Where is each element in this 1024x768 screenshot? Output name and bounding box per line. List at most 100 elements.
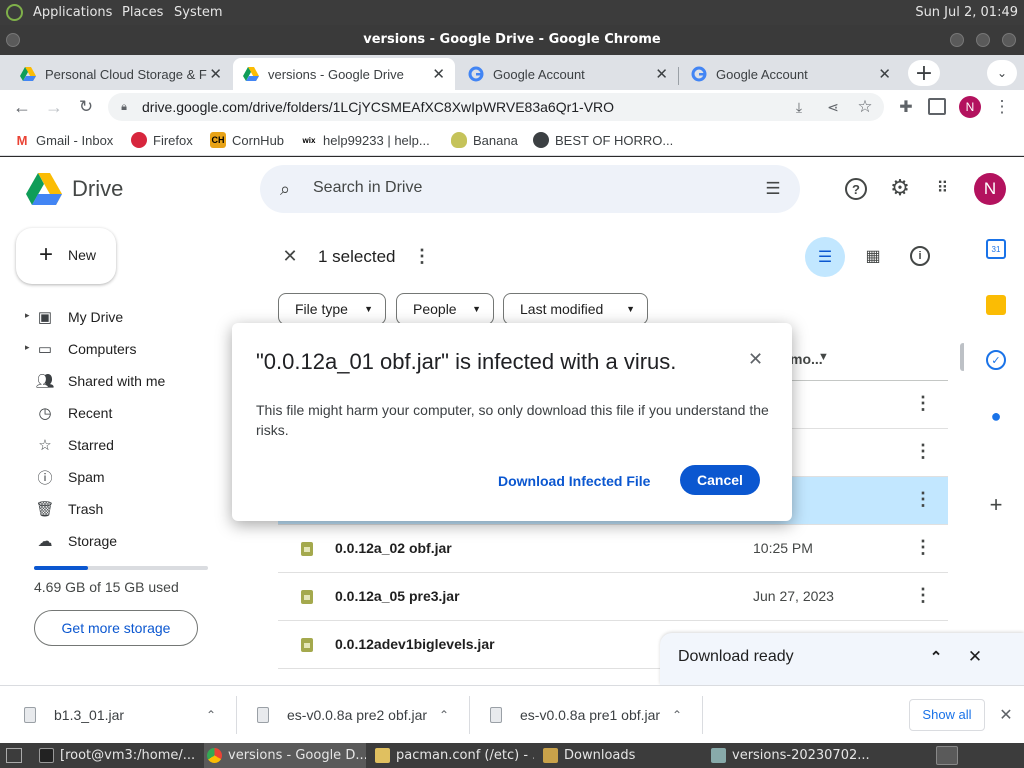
back-icon[interactable]: ← [12, 97, 32, 117]
download-item[interactable]: es-v0.0.8a pre2 obf.jar ⌃ [257, 686, 457, 744]
browser-toolbar: ← → ↻ 🔒︎ drive.google.com/drive/folders/… [0, 90, 1024, 124]
install-icon[interactable]: ⤓ [790, 98, 808, 116]
applications-menu[interactable]: Applications [33, 0, 112, 25]
clock[interactable]: Sun Jul 2, 01:49 [915, 0, 1018, 25]
drive-page: Drive ⌕ Search in Drive ☰ ? ⚙ ⠿ N + New … [0, 157, 1024, 685]
close-icon[interactable]: ✕ [209, 65, 222, 83]
terminal-icon [39, 748, 54, 763]
bookmark-label: Firefox [153, 132, 193, 148]
taskbar-label: Downloads [564, 748, 636, 763]
forward-icon[interactable]: → [44, 97, 64, 117]
minimize-button[interactable] [950, 33, 964, 47]
close-icon[interactable]: ✕ [878, 65, 891, 83]
window-title-bar[interactable]: versions - Google Drive - Google Chrome [0, 25, 1024, 55]
chevron-up-icon[interactable]: ⌃ [672, 708, 682, 722]
tab-strip: Personal Cloud Storage & F ✕ versions - … [0, 55, 1024, 90]
chevron-up-icon[interactable]: ⌃ [439, 708, 449, 722]
virus-warning-dialog: "0.0.12a_01 obf.jar" is infected with a … [232, 323, 792, 521]
shelf-divider [469, 696, 470, 734]
browser-menu-icon[interactable]: ⋮ [994, 97, 1011, 117]
dialog-body: This file might harm your computer, so o… [256, 402, 769, 438]
taskbar-item-downloads[interactable]: Downloads [540, 743, 702, 768]
close-window-button[interactable] [1002, 33, 1016, 47]
os-top-panel: Applications Places System Sun Jul 2, 01… [0, 0, 1024, 25]
chrome-tray-icon[interactable] [936, 746, 958, 765]
close-icon[interactable]: ✕ [996, 705, 1016, 725]
close-icon[interactable]: ✕ [655, 65, 668, 83]
taskbar-item-archive[interactable]: versions-20230702... [708, 743, 870, 768]
banana-icon [451, 132, 467, 148]
taskbar-item-chrome[interactable]: versions - Google D... [204, 743, 366, 768]
places-menu[interactable]: Places [122, 0, 163, 25]
system-menu[interactable]: System [174, 0, 222, 25]
shelf-divider [702, 696, 703, 734]
tab-label: Google Account [493, 66, 585, 82]
taskbar-label: pacman.conf (/etc) - ... [396, 748, 534, 763]
tab-label: versions - Google Drive [268, 66, 404, 82]
google-drive-icon [20, 67, 36, 81]
download-shelf: b1.3_01.jar ⌃ es-v0.0.8a pre2 obf.jar ⌃ … [0, 685, 1024, 743]
bookmark-label: Gmail - Inbox [36, 132, 114, 148]
tab-google-account-2[interactable]: Google Account ✕ [681, 58, 901, 90]
gmail-icon: M [16, 132, 28, 148]
google-g-icon [468, 66, 484, 82]
ch-icon: CH [210, 132, 226, 148]
bookmark-horror[interactable]: BEST OF HORRO... [533, 124, 673, 156]
bookmark-label: help99233 | help... [323, 132, 430, 148]
reload-icon[interactable]: ↻ [76, 97, 96, 117]
tab-label: Google Account [716, 66, 808, 82]
tab-personal-cloud[interactable]: Personal Cloud Storage & F ✕ [10, 58, 232, 90]
show-desktop-icon[interactable] [6, 748, 22, 763]
new-tab-button[interactable]: + [908, 60, 940, 86]
bookmark-gmail[interactable]: M Gmail - Inbox [14, 124, 114, 156]
download-item[interactable]: es-v0.0.8a pre1 obf.jar ⌃ [490, 686, 690, 744]
tab-label: Personal Cloud Storage & F [45, 66, 207, 82]
show-all-button[interactable]: Show all [909, 699, 985, 731]
tab-google-account[interactable]: Google Account ✕ [458, 58, 678, 90]
lock-icon[interactable]: 🔒︎ [118, 100, 130, 114]
profile-avatar[interactable]: N [959, 96, 981, 118]
shelf-divider [236, 696, 237, 734]
bookmark-label: BEST OF HORRO... [555, 132, 674, 148]
close-icon[interactable]: ✕ [748, 349, 763, 370]
dialog-title: "0.0.12a_01 obf.jar" is infected with a … [256, 349, 677, 374]
maximize-button[interactable] [976, 33, 990, 47]
tab-versions-drive[interactable]: versions - Google Drive ✕ [233, 58, 455, 90]
wix-icon: wix [302, 135, 316, 145]
extensions-icon[interactable]: ✚ [896, 97, 916, 117]
google-g-icon [691, 66, 707, 82]
bookmark-firefox[interactable]: Firefox [131, 124, 193, 156]
window-title: versions - Google Drive - Google Chrome [363, 32, 661, 47]
share-icon[interactable]: ⋖ [824, 98, 842, 116]
download-infected-file-button[interactable]: Download Infected File [490, 466, 658, 496]
bookmarks-bar: M Gmail - Inbox Firefox CH CornHub wix h… [0, 124, 1024, 156]
bookmark-banana[interactable]: Banana [451, 124, 518, 156]
tab-search-button[interactable]: ⌄ [987, 60, 1017, 86]
cancel-button[interactable]: Cancel [680, 465, 760, 495]
firefox-icon [131, 132, 147, 148]
chevron-up-icon[interactable]: ⌃ [206, 708, 216, 722]
archive-icon [711, 748, 726, 763]
side-panel-icon[interactable] [928, 98, 946, 115]
globe-icon [533, 132, 549, 148]
bookmark-help[interactable]: wix help99233 | help... [301, 124, 430, 156]
download-item[interactable]: b1.3_01.jar ⌃ [24, 686, 224, 744]
taskbar-item-terminal[interactable]: [root@vm3:/home/... [36, 743, 198, 768]
url-text: drive.google.com/drive/folders/1LCjYCSME… [142, 99, 615, 115]
bookmark-label: Banana [473, 132, 518, 148]
file-icon [24, 707, 36, 723]
taskbar-label: versions-20230702... [732, 748, 870, 763]
os-taskbar: [root@vm3:/home/... versions - Google D.… [0, 743, 1024, 768]
close-icon[interactable]: ✕ [432, 65, 445, 83]
dialog-overlay: "0.0.12a_01 obf.jar" is infected with a … [0, 157, 1024, 685]
window-menu-button[interactable] [6, 33, 20, 47]
file-icon [257, 707, 269, 723]
chrome-icon [207, 748, 222, 763]
bookmark-star-icon[interactable]: ☆ [856, 97, 874, 116]
bookmark-cornhub[interactable]: CH CornHub [210, 124, 284, 156]
google-drive-icon [243, 67, 259, 81]
address-bar[interactable]: 🔒︎ drive.google.com/drive/folders/1LCjYC… [108, 93, 884, 121]
taskbar-item-editor[interactable]: pacman.conf (/etc) - ... [372, 743, 534, 768]
download-filename: b1.3_01.jar [54, 707, 125, 723]
distro-logo-icon[interactable] [6, 4, 23, 21]
